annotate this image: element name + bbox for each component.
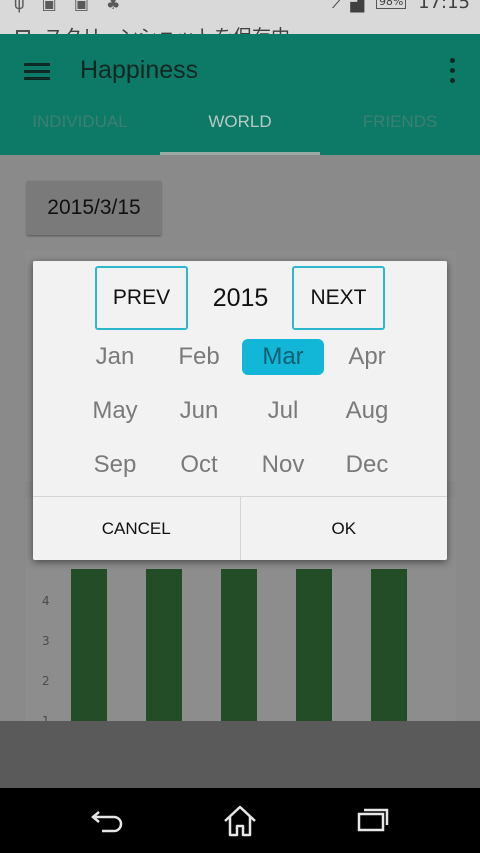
month-dec[interactable]: Dec — [326, 447, 408, 483]
tab-individual[interactable]: INDIVIDUAL — [0, 102, 160, 155]
axis-label-2: 2 — [42, 674, 50, 688]
dialog-actions: CANCEL OK — [33, 496, 447, 560]
axis-label-3: 3 — [42, 634, 50, 648]
signal-icon: ▟ — [350, 0, 365, 13]
recents-icon[interactable] — [356, 806, 390, 834]
month-oct[interactable]: Oct — [158, 447, 240, 483]
month-grid: Jan Feb Mar Apr May Jun Jul Aug Sep Oct … — [73, 339, 409, 501]
month-jun[interactable]: Jun — [158, 393, 240, 429]
battery-indicator: 98% — [375, 0, 407, 9]
bottom-strip — [0, 721, 480, 788]
vibrate-icon: ⟋ — [332, 0, 345, 13]
chart-bar — [371, 569, 407, 728]
app-bar: Happiness INDIVIDUAL WORLD FRIENDS — [0, 34, 480, 155]
tab-bar: INDIVIDUAL WORLD FRIENDS — [0, 102, 480, 155]
cancel-button[interactable]: CANCEL — [33, 497, 241, 560]
app-title: Happiness — [80, 56, 199, 84]
tab-friends[interactable]: FRIENDS — [320, 102, 480, 155]
month-jul[interactable]: Jul — [242, 393, 324, 429]
tab-world[interactable]: WORLD — [160, 102, 320, 155]
status-time: 17:15 — [418, 0, 470, 13]
status-bar: ψ ▣ ▣ ♣ ⟋ ▟ 98% 17:15 スクリーンショットを保存中 — [0, 0, 480, 48]
back-icon[interactable] — [90, 806, 124, 834]
date-button[interactable]: 2015/3/15 — [27, 181, 161, 235]
chart-bar — [71, 569, 107, 728]
notification-icons: ψ ▣ ▣ ♣ — [14, 0, 127, 13]
month-apr[interactable]: Apr — [326, 339, 408, 375]
month-picker-dialog: PREV 2015 NEXT Jan Feb Mar Apr May Jun J… — [33, 261, 447, 560]
menu-icon[interactable] — [24, 63, 50, 81]
status-right: ⟋ ▟ 98% 17:15 — [332, 0, 470, 13]
month-mar[interactable]: Mar — [242, 339, 324, 375]
month-nov[interactable]: Nov — [242, 447, 324, 483]
chart-bar — [146, 569, 182, 728]
system-navigation-bar — [0, 788, 480, 853]
month-sep[interactable]: Sep — [74, 447, 156, 483]
chart-bar — [221, 569, 257, 728]
year-label: 2015 — [212, 284, 269, 312]
month-aug[interactable]: Aug — [326, 393, 408, 429]
home-icon[interactable] — [222, 804, 258, 838]
month-may[interactable]: May — [74, 393, 156, 429]
next-year-button[interactable]: NEXT — [292, 266, 385, 330]
axis-label-4: 4 — [42, 594, 50, 608]
month-jan[interactable]: Jan — [74, 339, 156, 375]
chart-bar — [296, 569, 332, 728]
prev-year-button[interactable]: PREV — [95, 266, 188, 330]
overflow-menu-icon[interactable] — [448, 58, 456, 84]
month-feb[interactable]: Feb — [158, 339, 240, 375]
ok-button[interactable]: OK — [241, 497, 448, 560]
